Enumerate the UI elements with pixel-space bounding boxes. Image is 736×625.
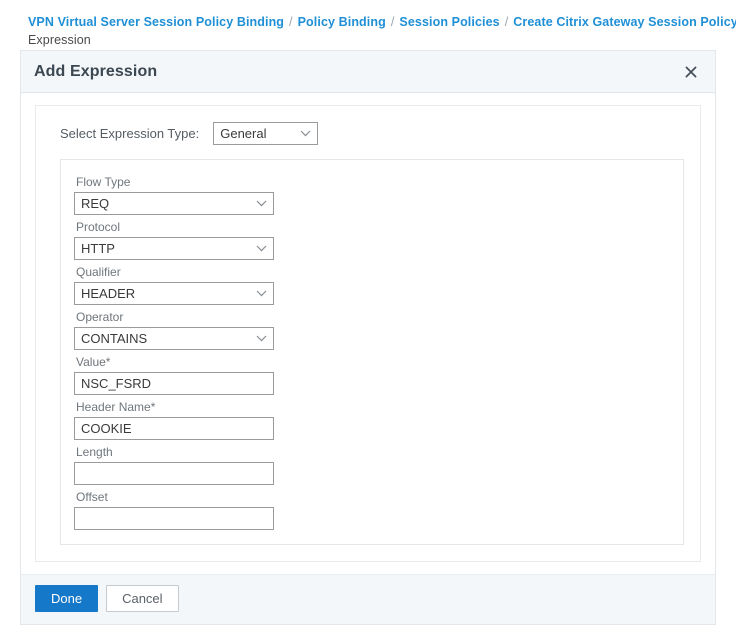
field-group-offset: Offset	[61, 485, 683, 530]
operator-label: Operator	[76, 310, 124, 324]
breadcrumb-separator: /	[390, 15, 395, 29]
operator-select[interactable]: CONTAINS	[74, 327, 274, 350]
breadcrumb-link[interactable]: Session Policies	[399, 15, 499, 29]
breadcrumb: VPN Virtual Server Session Policy Bindin…	[0, 0, 736, 49]
fields-panel: Flow Type REQ Protocol HTTP Qualifier HEADER O…	[60, 159, 684, 545]
protocol-select-box[interactable]: HTTP	[74, 237, 274, 260]
dialog-body: Select Expression Type: General Flow Typ…	[21, 93, 715, 562]
protocol-value: HTTP	[81, 241, 115, 256]
expression-type-value: General	[220, 126, 267, 141]
done-button[interactable]: Done	[35, 585, 99, 612]
cancel-button[interactable]: Cancel	[106, 585, 179, 612]
offset-input[interactable]	[74, 507, 274, 530]
length-input[interactable]	[74, 462, 274, 485]
breadcrumb-separator: /	[289, 15, 293, 29]
close-icon[interactable]	[681, 62, 701, 82]
qualifier-value: HEADER	[81, 286, 136, 301]
field-group-value: Value*	[61, 350, 683, 395]
breadcrumb-link[interactable]: Policy Binding	[298, 15, 386, 29]
length-label: Length	[76, 445, 113, 459]
breadcrumb-separator: /	[504, 15, 509, 29]
field-group-protocol: Protocol HTTP	[61, 215, 683, 260]
header-name-input[interactable]	[74, 417, 274, 440]
flow-type-value: REQ	[81, 196, 110, 211]
add-expression-dialog: Add Expression Select Expression Type: G…	[20, 50, 716, 625]
header-name-label: Header Name*	[76, 400, 156, 414]
protocol-select[interactable]: HTTP	[74, 237, 274, 260]
field-group-length: Length	[61, 440, 683, 485]
flow-type-select-box[interactable]: REQ	[74, 192, 274, 215]
value-input[interactable]	[74, 372, 274, 395]
field-group-flow-type: Flow Type REQ	[61, 170, 683, 215]
field-group-header-name: Header Name*	[61, 395, 683, 440]
expression-type-select[interactable]: General	[213, 122, 319, 145]
qualifier-select-box[interactable]: HEADER	[74, 282, 274, 305]
flow-type-label: Flow Type	[76, 175, 131, 189]
field-group-operator: Operator CONTAINS	[61, 305, 683, 350]
field-group-qualifier: Qualifier HEADER	[61, 260, 683, 305]
page-title: Add Expression	[34, 62, 158, 80]
expression-form-card: Select Expression Type: General Flow Typ…	[35, 105, 701, 562]
dialog-header: Add Expression	[21, 51, 715, 93]
offset-label: Offset	[76, 490, 108, 504]
expression-type-select-box[interactable]: General	[213, 122, 319, 145]
dialog-footer: Done Cancel	[21, 574, 715, 624]
qualifier-select[interactable]: HEADER	[74, 282, 274, 305]
expression-type-row: Select Expression Type: General	[52, 120, 684, 159]
operator-value: CONTAINS	[81, 331, 148, 346]
expression-type-label: Select Expression Type:	[60, 126, 200, 141]
operator-select-box[interactable]: CONTAINS	[74, 327, 274, 350]
protocol-label: Protocol	[76, 220, 121, 234]
qualifier-label: Qualifier	[76, 265, 121, 279]
flow-type-select[interactable]: REQ	[74, 192, 274, 215]
value-label: Value*	[76, 355, 111, 369]
breadcrumb-link[interactable]: Create Citrix Gateway Session Policy	[513, 15, 736, 29]
breadcrumb-link[interactable]: VPN Virtual Server Session Policy Bindin…	[28, 15, 284, 29]
